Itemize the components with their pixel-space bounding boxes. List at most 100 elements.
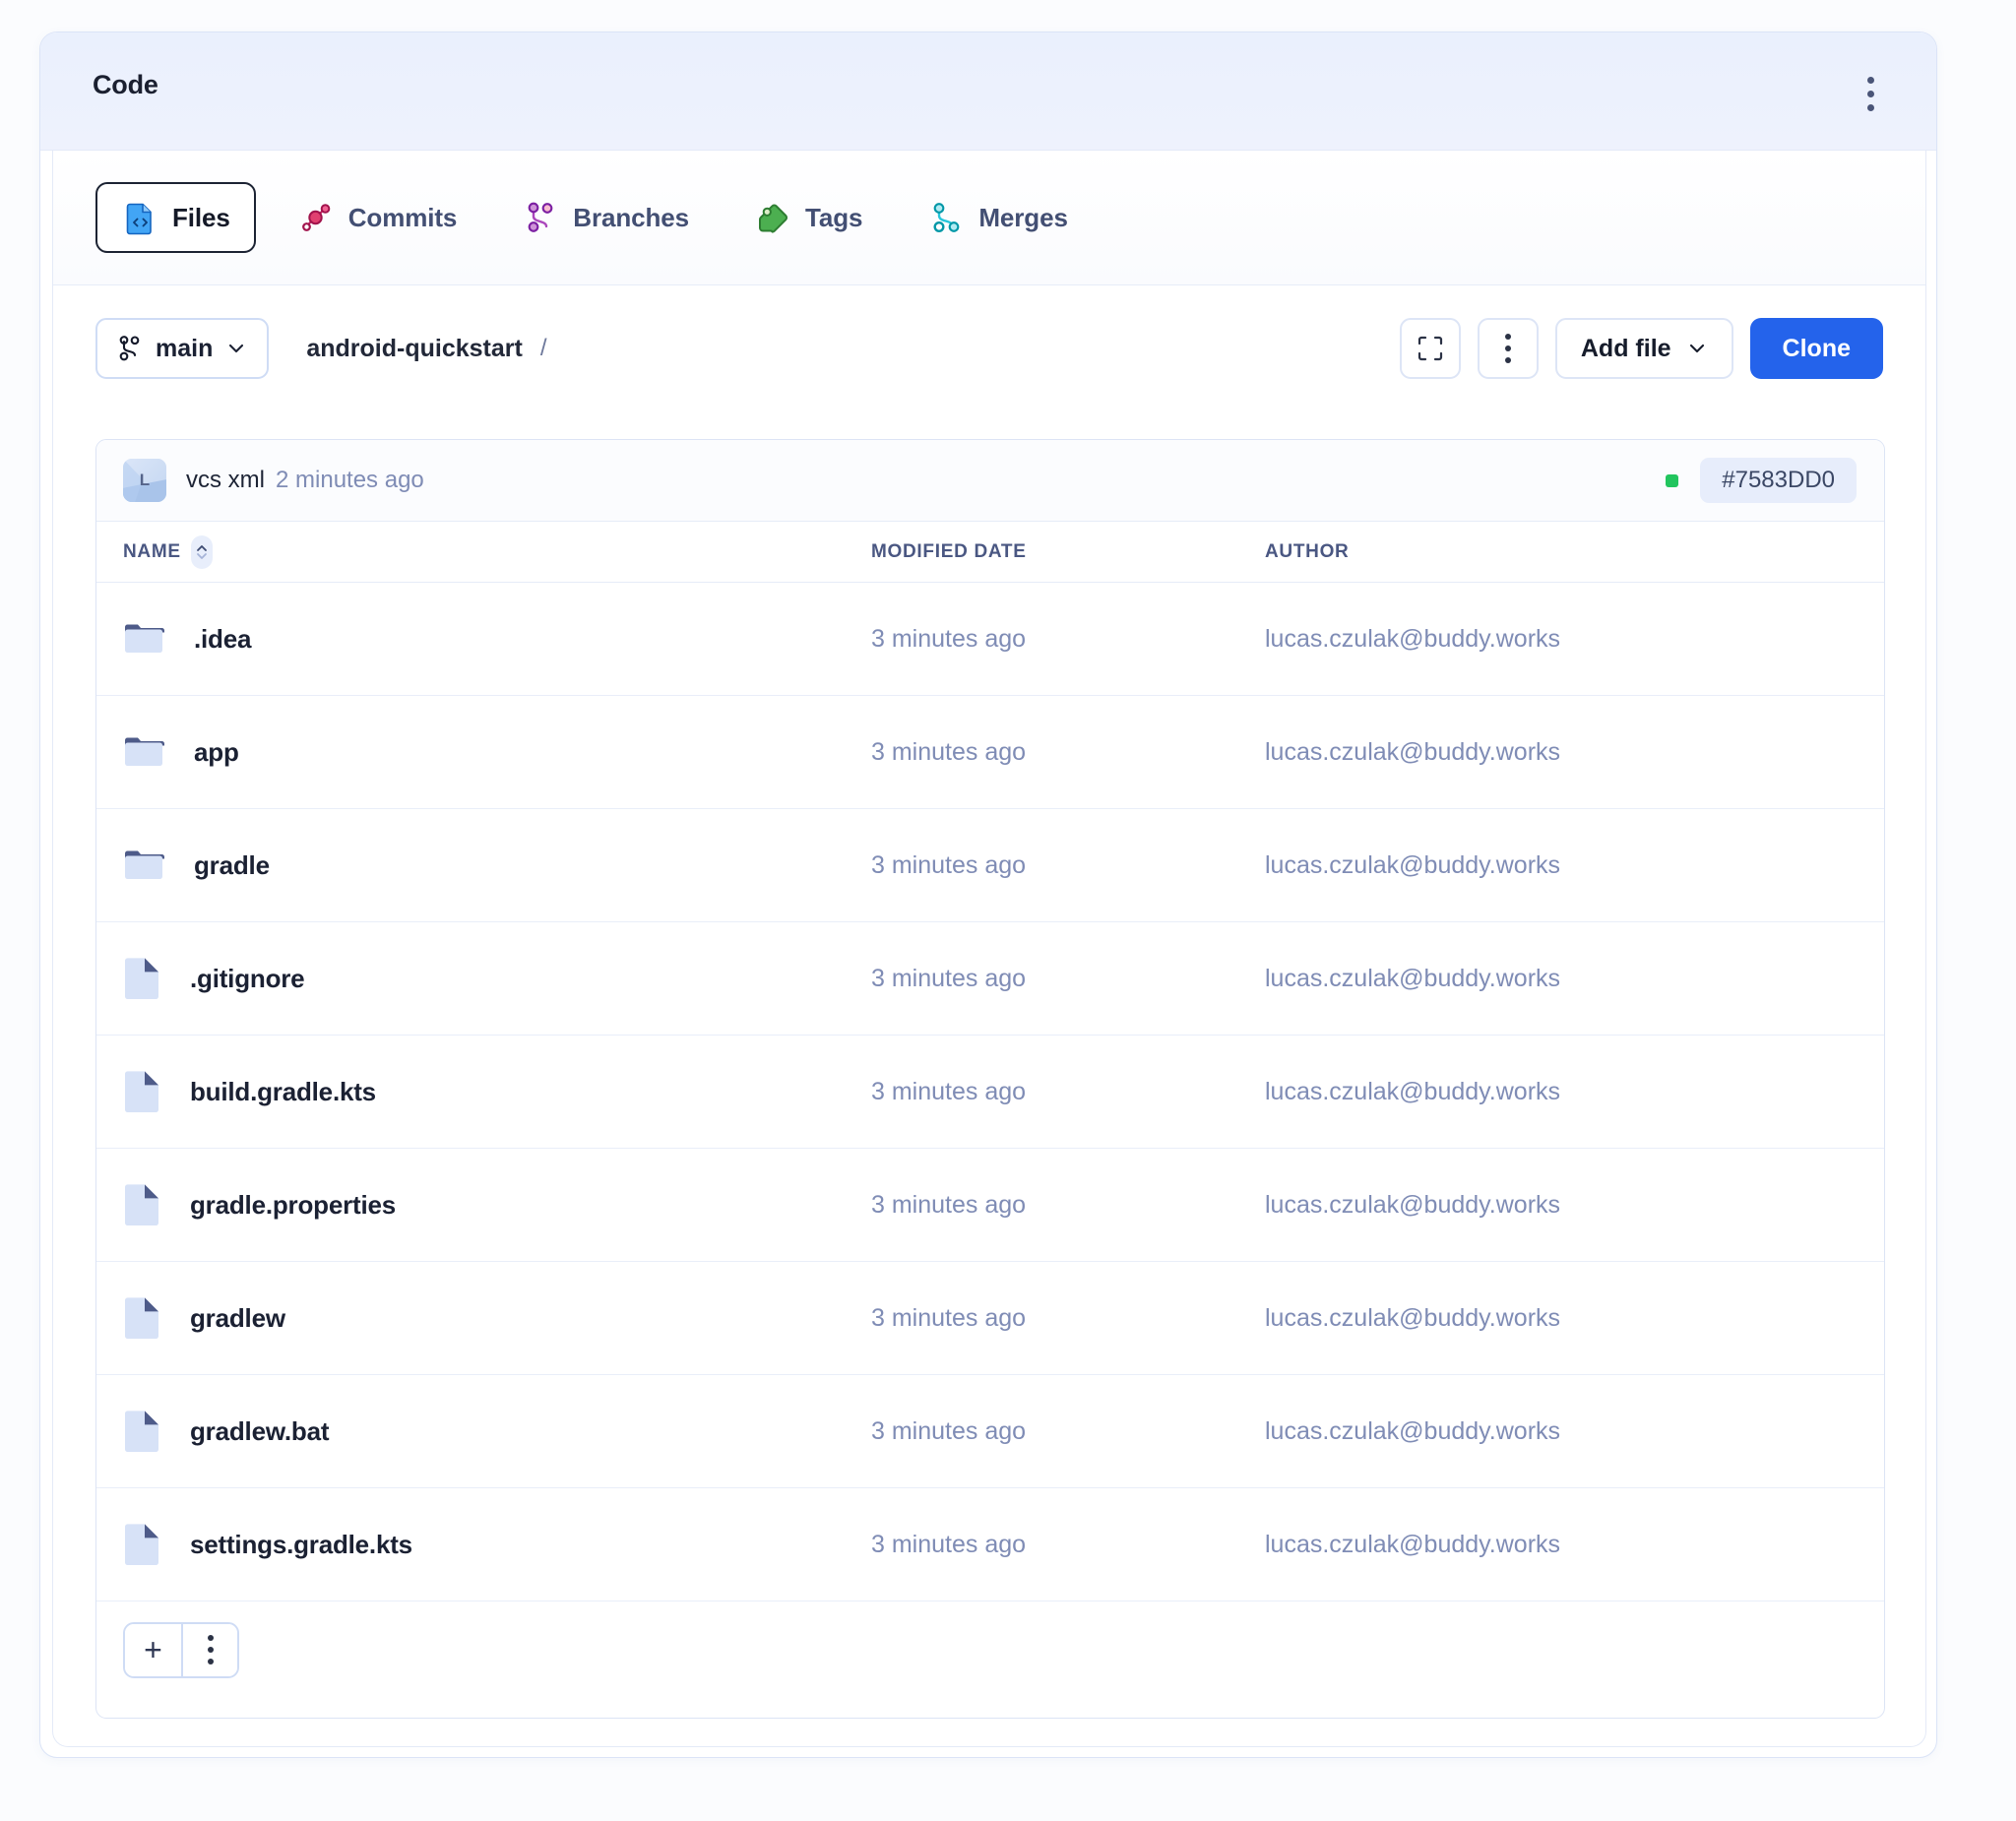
- plus-icon: +: [144, 1634, 162, 1665]
- breadcrumb: android-quickstart /: [306, 335, 546, 363]
- file-name-cell: gradle.properties: [123, 1183, 871, 1226]
- panel-menu-button[interactable]: [1854, 72, 1887, 115]
- fullscreen-icon: [1416, 334, 1445, 363]
- avatar: L: [123, 459, 166, 502]
- modified-date: 3 minutes ago: [871, 851, 1265, 880]
- kebab-menu-icon: [1867, 91, 1874, 97]
- file-name[interactable]: gradle.properties: [190, 1190, 396, 1221]
- files-icon: [121, 199, 158, 236]
- merges-icon: [927, 199, 965, 236]
- table-row[interactable]: app3 minutes agolucas.czulak@buddy.works: [96, 696, 1884, 809]
- add-file-button[interactable]: Add file: [1555, 318, 1733, 379]
- kebab-menu-icon: [1867, 104, 1874, 111]
- file-name[interactable]: gradlew.bat: [190, 1416, 329, 1447]
- file-icon: [123, 1183, 160, 1226]
- column-header-author[interactable]: AUTHOR: [1265, 541, 1884, 563]
- column-label-name: NAME: [123, 541, 181, 563]
- folder-icon: [123, 845, 164, 886]
- table-row[interactable]: settings.gradle.kts 3 minutes agolucas.cz…: [96, 1488, 1884, 1601]
- toolbar-actions: Add file Clone: [1400, 318, 1883, 379]
- modified-date: 3 minutes ago: [871, 965, 1265, 993]
- file-icon: [123, 1296, 160, 1340]
- table-row[interactable]: build.gradle.kts 3 minutes agolucas.czula…: [96, 1036, 1884, 1149]
- file-name[interactable]: settings.gradle.kts: [190, 1530, 412, 1560]
- author: lucas.czulak@buddy.works: [1265, 625, 1884, 654]
- tab-branches[interactable]: Branches: [498, 182, 713, 253]
- tab-files[interactable]: Files: [95, 182, 256, 253]
- breadcrumb-repo[interactable]: android-quickstart: [306, 335, 522, 363]
- sort-arrows-icon: [191, 535, 213, 569]
- breadcrumb-separator: /: [540, 335, 547, 362]
- modified-date: 3 minutes ago: [871, 625, 1265, 654]
- file-browser: L vcs xml 2 minutes ago #7583DD0 NAME: [95, 439, 1885, 1719]
- kebab-menu-icon: [208, 1635, 214, 1664]
- file-name[interactable]: .gitignore: [190, 964, 304, 994]
- file-icon: [123, 1070, 160, 1113]
- branch-name: main: [156, 335, 213, 363]
- clone-button[interactable]: Clone: [1750, 318, 1883, 379]
- commit-meta: #7583DD0: [1666, 458, 1857, 503]
- author: lucas.czulak@buddy.works: [1265, 1531, 1884, 1559]
- author: lucas.czulak@buddy.works: [1265, 1078, 1884, 1106]
- table-row[interactable]: gradle.properties 3 minutes agolucas.czul…: [96, 1149, 1884, 1262]
- column-header-modified-date[interactable]: MODIFIED DATE: [871, 541, 1265, 563]
- file-name[interactable]: .idea: [194, 624, 251, 655]
- column-header-name[interactable]: NAME: [123, 535, 871, 569]
- file-name-cell: gradle: [123, 845, 871, 886]
- kebab-menu-icon: [1505, 334, 1511, 363]
- modified-date: 3 minutes ago: [871, 1078, 1265, 1106]
- add-item-button[interactable]: +: [125, 1624, 181, 1676]
- more-actions-button[interactable]: [1478, 318, 1539, 379]
- tags-icon: [754, 199, 791, 236]
- file-name-cell: build.gradle.kts: [123, 1070, 871, 1113]
- author: lucas.czulak@buddy.works: [1265, 1417, 1884, 1446]
- file-name-cell: app: [123, 731, 871, 773]
- file-name[interactable]: gradle: [194, 850, 270, 881]
- file-name[interactable]: gradlew: [190, 1303, 285, 1334]
- author: lucas.czulak@buddy.works: [1265, 965, 1884, 993]
- file-name[interactable]: build.gradle.kts: [190, 1077, 376, 1107]
- add-file-label: Add file: [1581, 335, 1671, 363]
- commits-icon: [297, 199, 335, 236]
- file-icon: [123, 957, 160, 1000]
- file-name-cell: gradlew.bat: [123, 1410, 871, 1453]
- kebab-menu-icon: [1867, 77, 1874, 84]
- file-name-cell: gradlew: [123, 1296, 871, 1340]
- branches-icon: [522, 199, 559, 236]
- tab-label: Commits: [348, 203, 458, 233]
- tab-commits[interactable]: Commits: [274, 182, 481, 253]
- table-row[interactable]: .idea 3 minutes agolucas.czulak@buddy.wor…: [96, 583, 1884, 696]
- page-title: Code: [93, 70, 158, 100]
- file-name-cell: .gitignore: [123, 957, 871, 1000]
- modified-date: 3 minutes ago: [871, 1417, 1265, 1446]
- fullscreen-button[interactable]: [1400, 318, 1461, 379]
- avatar-initial: L: [123, 459, 166, 502]
- commit-message[interactable]: vcs xml: [186, 467, 265, 494]
- table-row[interactable]: gradle 3 minutes agolucas.czulak@buddy.wo…: [96, 809, 1884, 922]
- latest-commit-bar: L vcs xml 2 minutes ago #7583DD0: [96, 440, 1884, 522]
- tab-bar: Files Commits Branches: [53, 151, 1925, 285]
- file-icon: [123, 1523, 160, 1566]
- commit-time: 2 minutes ago: [276, 467, 424, 494]
- author: lucas.czulak@buddy.works: [1265, 1304, 1884, 1333]
- table-footer: +: [96, 1601, 1884, 1698]
- modified-date: 3 minutes ago: [871, 1191, 1265, 1220]
- tab-label: Merges: [978, 203, 1067, 233]
- table-row[interactable]: gradlew.bat 3 minutes agolucas.czulak@bud…: [96, 1375, 1884, 1488]
- table-row[interactable]: gradlew 3 minutes agolucas.czulak@buddy.w…: [96, 1262, 1884, 1375]
- chevron-down-icon: [225, 338, 247, 359]
- author: lucas.czulak@buddy.works: [1265, 1191, 1884, 1220]
- tab-label: Branches: [573, 203, 689, 233]
- modified-date: 3 minutes ago: [871, 1304, 1265, 1333]
- branch-selector[interactable]: main: [95, 318, 269, 379]
- table-row[interactable]: .gitignore 3 minutes agolucas.czulak@budd…: [96, 922, 1884, 1036]
- file-name[interactable]: app: [194, 737, 239, 768]
- folder-icon: [123, 618, 164, 659]
- footer-more-button[interactable]: [181, 1624, 237, 1676]
- tab-merges[interactable]: Merges: [904, 182, 1091, 253]
- chevron-down-icon: [1686, 338, 1708, 359]
- commit-hash[interactable]: #7583DD0: [1700, 458, 1857, 503]
- tab-tags[interactable]: Tags: [730, 182, 886, 253]
- author: lucas.czulak@buddy.works: [1265, 851, 1884, 880]
- modified-date: 3 minutes ago: [871, 1531, 1265, 1559]
